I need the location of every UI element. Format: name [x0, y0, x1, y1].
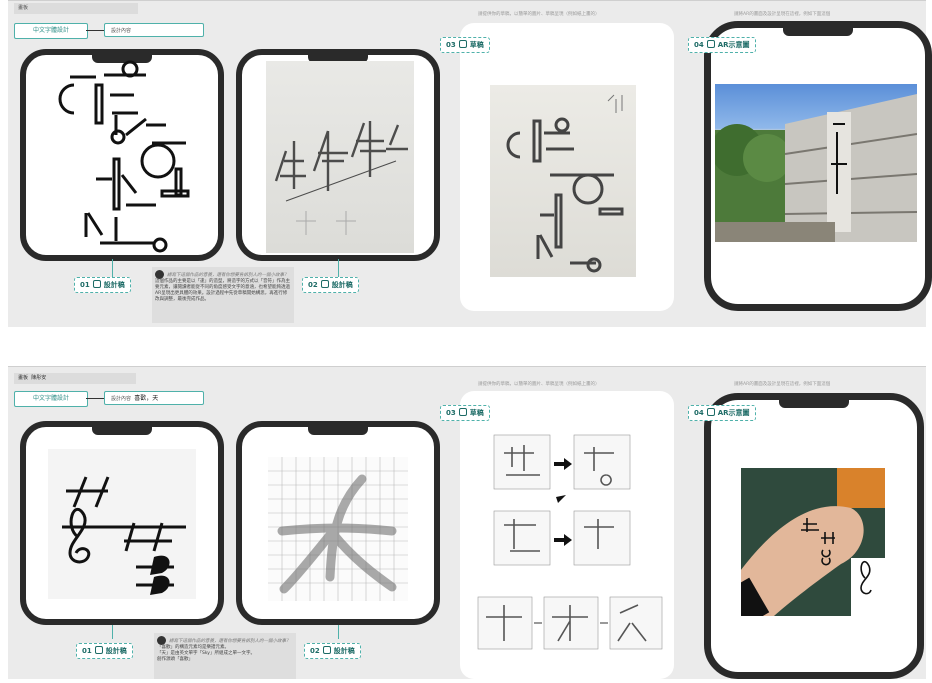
- label-text: 設計稿: [331, 281, 353, 289]
- title-box: 中文字體設計: [14, 391, 88, 407]
- ar-phone: [704, 21, 932, 311]
- bug-icon: [155, 270, 164, 279]
- label-text: AR示意圖: [717, 41, 750, 49]
- camera-icon: [458, 408, 467, 416]
- label-stem: [112, 259, 113, 277]
- camera-icon: [706, 40, 715, 48]
- story-note: 請寫下這個作品的意義，還有你想要告訴別人的一個小故事？ 「喜歡」的構造元素均是樂…: [154, 633, 296, 679]
- label-stem: [112, 625, 113, 639]
- phone-notch: [779, 400, 849, 408]
- ar-hand-scene: [741, 468, 885, 616]
- grid-sketch: [268, 457, 408, 601]
- slide-panel-1: 畫板 中文字體設計 設計內容 01 設計稿 02 設計稿 請寫下這個作品的意義，…: [8, 0, 932, 327]
- draft-caption: 請提供你的草稿，以簡單的圖片、草稿呈現（例如紙上畫的）: [478, 12, 600, 17]
- draft-label: 03 草稿: [440, 37, 490, 53]
- draft-caption: 請提供你的草稿，以簡單的圖片、草稿呈現（例如紙上畫的）: [478, 382, 600, 387]
- author-name-bar: 畫板 陳彤安: [14, 373, 136, 384]
- ar-phone: [704, 393, 924, 679]
- label-stem: [338, 259, 339, 277]
- author-name: 陳彤安: [31, 375, 47, 381]
- label-number: 02: [308, 281, 318, 289]
- label-number: 03: [446, 409, 456, 417]
- story-note: 請寫下這個作品的意義，還有你想要告訴別人的一個小故事？ 這個作品的主要是以「逢」…: [152, 267, 294, 323]
- label-text: 設計稿: [333, 647, 355, 655]
- camera-icon: [706, 408, 715, 416]
- design-artwork-1: [58, 60, 190, 253]
- design-phone-1: [20, 49, 224, 261]
- design-label-1: 01 設計稿: [74, 277, 131, 293]
- ar-caption: 請將AR的畫面及設計呈現在這裡，例如下面這個: [734, 382, 831, 387]
- note-line-2: 「天」是由英文單字「Sky」所組成之單一文字。: [157, 651, 255, 656]
- draft-label: 03 草稿: [440, 405, 490, 421]
- slide-panel-2: 畫板 陳彤安 中文字體設計 設計內容 喜歡，天 01 設計稿 02 設計稿 請寫…: [8, 366, 926, 679]
- subtitle-box: 設計內容: [104, 23, 204, 37]
- design-label-2: 02 設計稿: [302, 277, 359, 293]
- ar-photo: [715, 84, 917, 242]
- phone-notch: [783, 28, 853, 36]
- title-box: 中文字體設計: [14, 23, 88, 39]
- label-number: 04: [694, 409, 704, 417]
- sketch-artwork: [274, 121, 408, 235]
- sketch-photo-1: [266, 61, 414, 253]
- label-text: 草稿: [469, 41, 484, 49]
- draft-card: [460, 391, 674, 679]
- label-text: 設計稿: [103, 281, 125, 289]
- panel-topbar: 畫板: [14, 3, 138, 14]
- camera-icon: [94, 646, 103, 654]
- design-label-1: 01 設計稿: [76, 643, 133, 659]
- design-phone-1: [20, 421, 224, 625]
- ar-photo: [741, 468, 885, 616]
- design-artwork-1: [48, 449, 196, 599]
- label-stem: [338, 625, 339, 639]
- ar-caption: 請將AR的畫面及設計呈現在這裡，例如下面這個: [734, 12, 831, 17]
- design-label-2: 02 設計稿: [304, 643, 361, 659]
- label-number: 01: [82, 647, 92, 655]
- draft-photo: [490, 85, 636, 277]
- note-line-1: 「喜歡」的構造元素均是樂譜元素。: [157, 645, 229, 650]
- label-number: 04: [694, 41, 704, 49]
- label-number: 02: [310, 647, 320, 655]
- label-text: 草稿: [469, 409, 484, 417]
- label-number: 03: [446, 41, 456, 49]
- note-line-3: 創作源頭「喜歡」: [157, 657, 193, 662]
- label-number: 01: [80, 281, 90, 289]
- camera-icon: [322, 646, 331, 654]
- label-text: AR示意圖: [717, 409, 750, 417]
- draft-grid-sketches: [477, 434, 663, 650]
- note-question: 請寫下這個作品的意義，還有你想要告訴別人的一個小故事？: [169, 639, 291, 644]
- panel-topbar: 畫板: [18, 375, 29, 381]
- draft-artwork: [506, 94, 624, 273]
- connector-line: [86, 30, 104, 31]
- subtitle-box: 設計內容 喜歡，天: [104, 391, 204, 405]
- draft-card: [460, 23, 674, 311]
- camera-icon: [320, 280, 329, 288]
- subtitle-small: 設計內容: [111, 396, 132, 402]
- camera-icon: [458, 40, 467, 48]
- ar-scene: [715, 94, 917, 242]
- connector-line: [86, 398, 104, 399]
- bug-icon: [157, 636, 166, 645]
- design-phone-2: [236, 421, 440, 625]
- camera-icon: [92, 280, 101, 288]
- design-phone-2: [236, 49, 440, 261]
- label-text: 設計稿: [105, 647, 127, 655]
- ar-label: 04 AR示意圖: [688, 37, 756, 53]
- subtitle-main: 喜歡，天: [134, 395, 159, 402]
- note-body: 這個作品的主要是以「逢」的造型，將造字的方式以「音符」作為主要元素，讓閱讀者能從…: [155, 279, 290, 302]
- ar-label: 04 AR示意圖: [688, 405, 756, 421]
- note-question: 請寫下這個作品的意義，還有你想要告訴別人的一個小故事？: [167, 273, 289, 278]
